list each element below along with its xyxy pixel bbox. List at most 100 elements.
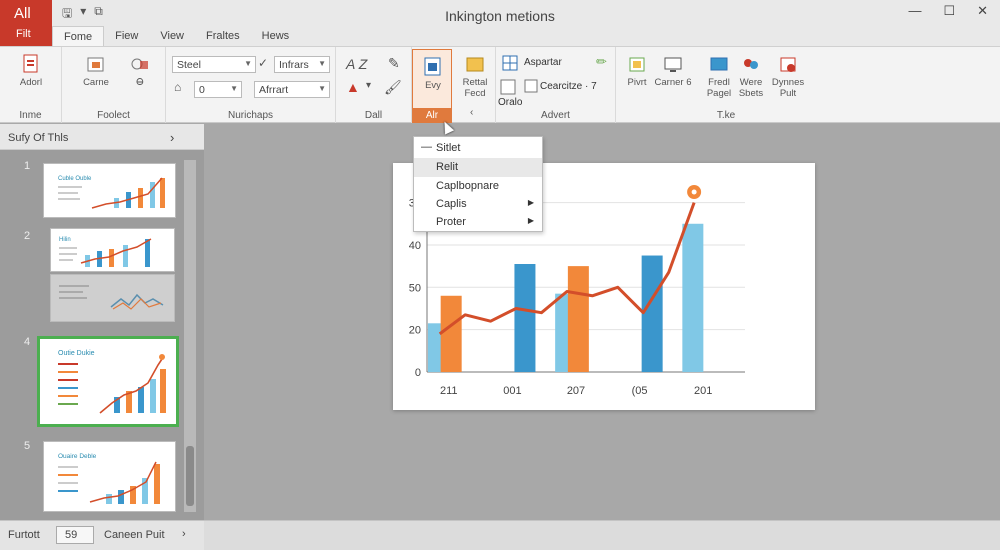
x-tick-label: (05	[632, 385, 648, 397]
check-icon[interactable]: ✓	[258, 56, 268, 70]
rettal-button[interactable]: Rettal Fecd	[456, 53, 494, 99]
group-label-insert: Inme	[19, 110, 42, 121]
font-style-button[interactable]: Ꮎ	[122, 55, 158, 88]
file-tab[interactable]: Filt	[16, 28, 31, 40]
monitor-icon	[664, 57, 682, 72]
submenu-arrow-icon: ▶	[527, 216, 534, 225]
aspartar-button[interactable]: Aspartar	[524, 57, 562, 68]
pictures-icon	[87, 57, 104, 72]
app-name: All	[14, 5, 31, 22]
group-label-font: Foolect	[97, 110, 130, 121]
thumb-title: Hilin	[59, 237, 71, 243]
thumbnails-scrollbar[interactable]	[184, 160, 196, 512]
adorl-label: Adorl	[19, 77, 43, 88]
ribbon-group-font: Carne Ꮎ Foolect	[62, 47, 166, 123]
dynamics-icon	[780, 57, 796, 72]
status-label: Furtott	[8, 529, 40, 541]
x-tick-label: 207	[567, 385, 585, 397]
afrrart-combo[interactable]: Afrrart ▼	[254, 81, 330, 98]
font-tools[interactable]: A Z	[346, 56, 367, 72]
submenu-arrow-icon: ▶	[527, 198, 534, 207]
evy-label: Evy	[425, 80, 441, 91]
tab-fraltes[interactable]: Fraltes	[195, 26, 251, 46]
slide-thumbnail-4[interactable]: Outie Dukie	[37, 336, 179, 427]
x-tick-label: 001	[503, 385, 521, 397]
chevron-down-icon: ▼	[244, 59, 252, 68]
brush-icon[interactable]: 🖌	[384, 79, 402, 96]
tab-home[interactable]: Fome	[52, 26, 105, 46]
slide-thumbnail-1[interactable]: Cuble Ouble	[43, 163, 176, 218]
carner-button[interactable]: Carner 6	[652, 55, 694, 88]
chart-marker-center	[691, 189, 697, 195]
cearcitze-button[interactable]: Cearcitze · 7	[540, 81, 597, 92]
chevron-right-icon[interactable]: ›	[182, 528, 186, 540]
ribbon-group-numbers: Steel ▼ ✓ Infrars ▼ ⌂ 0 ▼ Afrrart ▼ Nurichap…	[166, 47, 336, 123]
slide-thumbnail-3[interactable]	[50, 274, 175, 322]
were-button[interactable]: Were Sbets	[736, 55, 766, 99]
tab-hews[interactable]: Hews	[251, 26, 301, 46]
folder-icon	[466, 57, 484, 72]
status-input[interactable]: 59	[56, 526, 94, 544]
layout-icon	[524, 79, 538, 93]
menu-item-caplbopnare[interactable]: Caplbopnare	[414, 177, 542, 196]
chevron-down-icon[interactable]: ▾	[366, 80, 371, 91]
thumb-title: Cuble Ouble	[58, 176, 92, 182]
slide-number: 1	[24, 160, 31, 172]
evy-button[interactable]: Evy	[416, 56, 450, 91]
x-tick-label: 211	[440, 385, 458, 397]
slide-thumb-chart: Ouaire Deble	[58, 453, 160, 504]
fill-color-icon[interactable]: ▲	[346, 79, 360, 95]
pane-title: Sufy Of Thls	[8, 132, 69, 144]
ribbon: Adorl Inme Carne Ꮎ Foolect Steel ▼ ✓ Infr…	[0, 47, 1000, 123]
adorl-button[interactable]: Adorl	[10, 53, 52, 88]
dynnes-button[interactable]: Dynnes Pult	[768, 55, 808, 99]
menu-item-proter[interactable]: Proter ▶	[414, 213, 542, 232]
slide-thumbnail-2[interactable]: Hilin	[50, 228, 175, 272]
y-tick-label: 50	[409, 282, 421, 294]
shapes-icon	[131, 58, 148, 70]
carne-button[interactable]: Carne	[76, 55, 116, 88]
infrars-combo[interactable]: Infrars ▼	[274, 56, 330, 73]
window-controls: — ☐ ✕	[908, 3, 988, 19]
oralo-button[interactable]: Oralo	[498, 97, 522, 108]
chevron-left-icon[interactable]: ‹	[470, 107, 473, 118]
home-icon[interactable]: ⌂	[174, 80, 181, 94]
screen-icon	[710, 57, 728, 71]
tab-view[interactable]: View	[149, 26, 195, 46]
scrollbar-thumb[interactable]	[186, 446, 194, 506]
table-icon	[500, 79, 516, 95]
menu-item-sitlet[interactable]: — Sitlet	[414, 139, 542, 158]
people-icon	[744, 59, 758, 69]
menu-item-relit[interactable]: Relit	[414, 158, 542, 177]
fredl-button[interactable]: Fredl Pagel	[702, 55, 736, 99]
chart-bar	[567, 266, 589, 372]
menu-item-caplis[interactable]: Caplis ▶	[414, 195, 542, 214]
tab-fiew[interactable]: Fiew	[104, 26, 149, 46]
grid-icon[interactable]	[502, 55, 518, 71]
pencil-icon[interactable]: ✏	[596, 54, 607, 70]
minimize-button[interactable]: —	[908, 3, 921, 19]
ribbon-group-arrange: Rettal Fecd ‹	[454, 47, 496, 123]
pen-icon[interactable]: ✎	[388, 55, 400, 72]
fecd-label: Fecd	[464, 88, 486, 99]
chart-bar	[440, 295, 462, 372]
y-tick-label: 40	[409, 240, 421, 252]
dropdown-menu: — Sitlet Relit Caplbopnare Caplis ▶ Prot…	[413, 136, 543, 232]
pane-header: Sufy Of Thls ›	[0, 124, 204, 150]
dash-icon: —	[421, 141, 432, 153]
carne-label: Carne	[83, 77, 109, 88]
size-combo[interactable]: 0 ▼	[194, 81, 242, 98]
slide-number: 5	[24, 440, 31, 452]
slide-thumbnail-5[interactable]: Ouaire Deble	[43, 441, 176, 512]
close-button[interactable]: ✕	[977, 3, 988, 19]
style-combo[interactable]: Steel ▼	[172, 56, 256, 73]
x-tick-label: 201	[694, 385, 712, 397]
pivrt-button[interactable]: Pivrt	[622, 55, 652, 88]
chevron-right-icon[interactable]: ›	[170, 130, 174, 145]
slide-thumb-chart: Hilin	[59, 237, 152, 267]
app-badge: All Filt	[0, 0, 52, 46]
chart-bar	[641, 255, 663, 372]
group-label-advert: Advert	[541, 110, 570, 121]
maximize-button[interactable]: ☐	[943, 3, 955, 19]
title-bar: 🖫 ▾ ⧉ Inkington metions — ☐ ✕	[0, 0, 1000, 26]
